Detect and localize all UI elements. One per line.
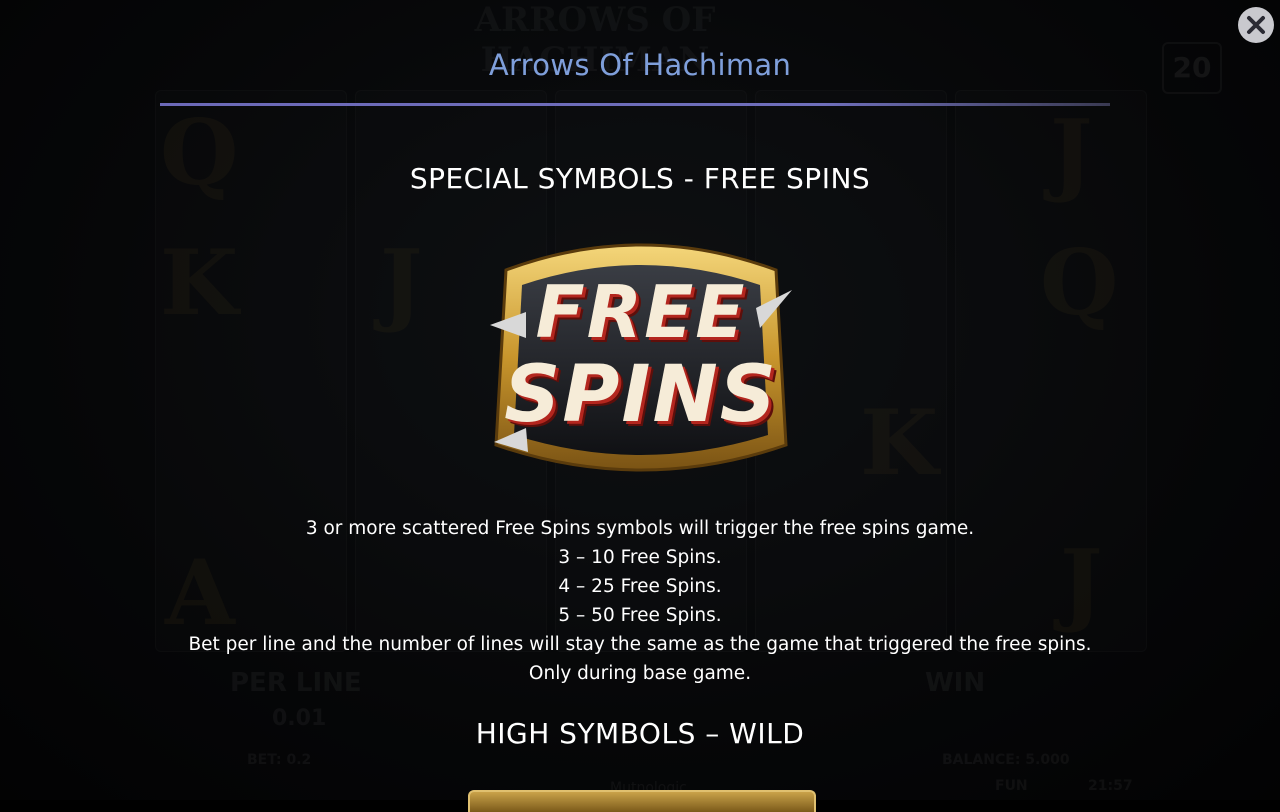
description-line: 3 or more scattered Free Spins symbols w… <box>305 518 975 539</box>
free-spins-symbol-line2: SPINS <box>504 350 778 440</box>
free-spins-symbol-line1: FREE <box>535 270 747 354</box>
title-divider <box>160 103 1110 106</box>
description-line: Only during base game. <box>528 663 752 684</box>
close-icon <box>1247 16 1265 34</box>
description-line: 4 – 25 Free Spins. <box>558 576 722 597</box>
close-button[interactable] <box>1238 7 1274 43</box>
dialog-title: Arrows Of Hachiman <box>488 48 792 82</box>
description-line: 5 – 50 Free Spins. <box>558 605 722 626</box>
description-line: 3 – 10 Free Spins. <box>558 547 722 568</box>
description-line: Bet per line and the number of lines wil… <box>188 634 1092 655</box>
free-spins-symbol: FREE SPINS <box>486 230 796 480</box>
free-spins-description: 3 or more scattered Free Spins symbols w… <box>0 514 1280 688</box>
wild-symbol-top <box>468 790 816 812</box>
wild-heading: HIGH SYMBOLS – WILD <box>475 717 805 750</box>
free-spins-heading: SPECIAL SYMBOLS - FREE SPINS <box>409 162 871 195</box>
